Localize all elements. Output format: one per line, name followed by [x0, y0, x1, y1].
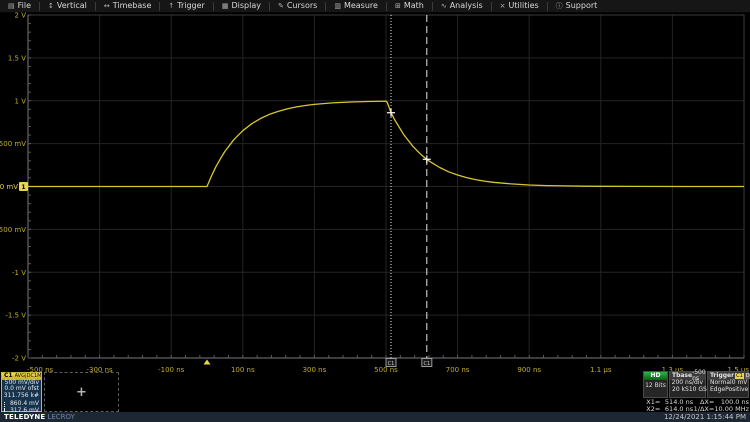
y-axis-tick-label: -1.5 V	[5, 312, 26, 320]
x-axis-tick-label: 1.1 µs	[590, 366, 612, 374]
channel-c1-descriptor-box[interactable]: C1 AVG|DC1M 500 mV/div 0.0 mV ofst 311.7…	[1, 372, 42, 412]
x-axis-tick-label: 700 ns	[446, 366, 470, 374]
trigger-slope: Positive	[725, 387, 748, 394]
x-axis-tick-label: 900 ns	[517, 366, 541, 374]
oscilloscope-screen: ▤File↕Vertical↔Timebase↑Trigger▦Display✎…	[0, 0, 750, 422]
plus-icon: +	[76, 386, 87, 399]
channel-c1-sweeps: 311.756 k#	[2, 393, 41, 399]
y-axis-tick-label: -2 V	[12, 355, 26, 363]
cursor-readout-panel: X1= 514.0 ns ΔX= 100.0 ns X2= 614.0 ns 1…	[643, 399, 749, 413]
trigger-descriptor-box[interactable]: Trigger C1 DC Normal 0 mV Edge Positive	[707, 371, 749, 398]
y-axis-tick-label: -1 V	[12, 269, 26, 277]
hd-mode-box[interactable]: HD 12 Bits	[643, 371, 668, 398]
trigger-position-marker[interactable]	[204, 360, 211, 365]
hd-mode-header: HD	[644, 372, 667, 380]
clock: 12/24/2021 1:15:44 PM	[664, 414, 746, 421]
cursor1-line-icon	[4, 402, 5, 407]
timebase-descriptor-box[interactable]: Tbase -500 ns 200 ns/div 20 kS 10 GS/s	[669, 371, 706, 398]
trigger-type: Edge	[710, 387, 725, 394]
y-axis-tick-label: -500 mV	[0, 226, 26, 234]
x-axis-tick-label: -100 ns	[158, 366, 185, 374]
x-axis-tick-label: 300 ns	[303, 366, 327, 374]
status-bar: TELEDYNELECROY 12/24/2021 1:15:44 PM	[0, 412, 750, 422]
x-axis-tick-label: 100 ns	[231, 366, 255, 374]
hd-bits-label: 12 Bits	[644, 380, 667, 390]
y-axis-tick-label: 500 mV	[0, 140, 26, 148]
timebase-samples: 20 kS	[672, 387, 689, 394]
y-axis-tick-label: 2 V	[15, 12, 27, 20]
cursor-x2-handle-label: C1	[423, 361, 430, 367]
y-axis-tick-label: 1 V	[15, 97, 27, 105]
zero-level-label: 0 mV	[0, 183, 18, 191]
brand-logo: TELEDYNELECROY	[4, 414, 75, 421]
waveform-display: -500 ns-300 ns-100 ns100 ns300 ns500 ns7…	[0, 0, 750, 422]
y-axis-tick-label: 1.5 V	[8, 54, 26, 62]
cursor-x1-handle-label: C1	[388, 361, 395, 367]
add-trace-box[interactable]: +	[44, 372, 119, 412]
channel1-ground-marker-number: 1	[21, 184, 25, 191]
